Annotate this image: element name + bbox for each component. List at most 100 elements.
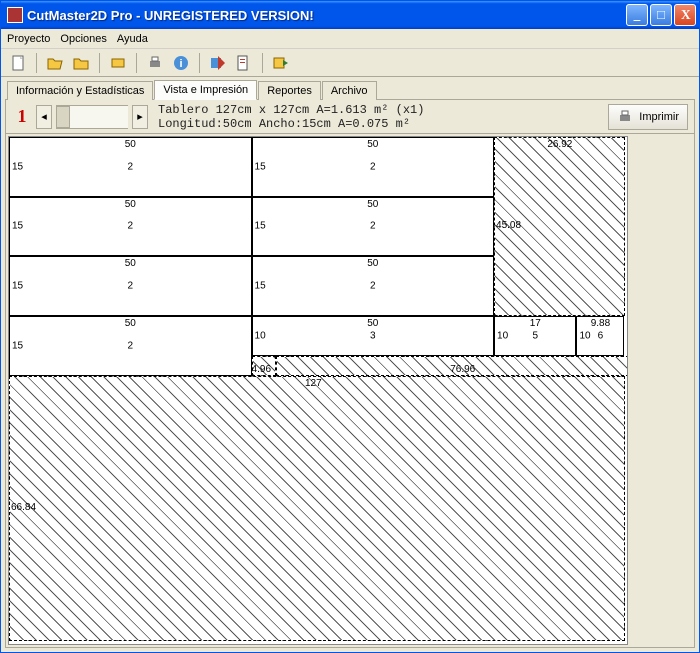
scrollbar-thumb[interactable]	[56, 106, 70, 128]
piece-height-label: 15	[12, 281, 23, 292]
tab-content: 1 ◂ ▸ Tablero 127cm x 127cm A=1.613 m² (…	[5, 99, 695, 648]
menu-proyecto[interactable]: Proyecto	[7, 33, 50, 45]
piece-id-label: 2	[127, 281, 133, 292]
info-button[interactable]: i	[170, 52, 192, 74]
piece-width-label: 50	[367, 139, 378, 150]
save-button[interactable]	[70, 52, 92, 74]
next-page-button[interactable]: ▸	[132, 105, 148, 129]
separator	[262, 53, 263, 73]
app-window: CutMaster2D Pro - UNREGISTERED VERSION! …	[0, 0, 700, 653]
cut-piece: 9.88106	[576, 316, 624, 356]
report-button[interactable]	[233, 52, 255, 74]
menu-ayuda[interactable]: Ayuda	[117, 33, 148, 45]
close-button[interactable]: X	[674, 4, 696, 26]
report-icon	[236, 55, 252, 71]
cut-piece: 50 10 3	[252, 316, 495, 356]
cut-piece: 50 15 2	[252, 197, 495, 257]
waste-height-label: 45.08	[496, 220, 521, 231]
file-icon	[10, 55, 26, 71]
piece-width-label: 50	[125, 258, 136, 269]
piece-height-label: 10	[255, 330, 266, 341]
canvas-row: 50 15 2 50 15 2 50 15 2 50 15 2 50 15 2 50 15 2 50 15 2 50 10 3…	[6, 134, 694, 647]
tab-view[interactable]: Vista e Impresión	[154, 80, 257, 100]
piece-width-label: 50	[125, 139, 136, 150]
piece-id-label: 2	[127, 340, 133, 351]
waste-width-label: 127	[305, 378, 322, 389]
export-icon	[210, 55, 226, 71]
piece-height-label: 15	[255, 161, 266, 172]
printer-icon	[147, 55, 163, 71]
piece-icon	[110, 55, 126, 71]
separator	[136, 53, 137, 73]
cut-piece: 50 15 2	[9, 316, 252, 376]
board-info: Tablero 127cm x 127cm A=1.613 m² (x1) Lo…	[158, 103, 598, 131]
waste-width-label: 4.96	[252, 364, 271, 375]
piece-width-label: 50	[125, 318, 136, 329]
print-page-button[interactable]: Imprimir	[608, 104, 688, 130]
waste-width-label: 76.96	[450, 364, 475, 375]
maximize-button[interactable]: □	[650, 4, 672, 26]
cut-piece: 17 10 5	[494, 316, 576, 356]
window-title: CutMaster2D Pro - UNREGISTERED VERSION!	[27, 8, 626, 23]
piece-id-label: 2	[370, 221, 376, 232]
piece-height-label: 15	[12, 340, 23, 351]
cut-piece: 50 15 2	[252, 256, 495, 316]
piece-width-label: 50	[367, 318, 378, 329]
titlebar: CutMaster2D Pro - UNREGISTERED VERSION! …	[1, 1, 699, 29]
separator	[36, 53, 37, 73]
piece-id-label: 5	[532, 330, 538, 341]
print-label: Imprimir	[639, 111, 679, 123]
piece-width-label: 17	[530, 318, 541, 329]
cut-piece: 50 15 2	[9, 137, 252, 197]
tab-archive[interactable]: Archivo	[322, 81, 377, 100]
cut-piece: 50 15 2	[9, 256, 252, 316]
folder-open-icon	[47, 55, 63, 71]
run-icon	[273, 55, 289, 71]
piece-height-label: 10	[497, 330, 508, 341]
piece-id-label: 2	[370, 281, 376, 292]
printer-icon	[617, 109, 633, 125]
piece-id-label: 3	[370, 330, 376, 341]
piece-width-label: 50	[125, 199, 136, 210]
tab-reports[interactable]: Reportes	[258, 81, 321, 100]
svg-text:i: i	[179, 58, 182, 70]
piece-id-label: 2	[370, 161, 376, 172]
run-button[interactable]	[270, 52, 292, 74]
separator	[199, 53, 200, 73]
folder-icon	[73, 55, 89, 71]
piece-height-label: 15	[255, 221, 266, 232]
top-strip: 1 ◂ ▸ Tablero 127cm x 127cm A=1.613 m² (…	[6, 100, 694, 134]
piece-height-label: 10	[579, 330, 590, 341]
info-line-2: Longitud:50cm Ancho:15cm A=0.075 m²	[158, 117, 598, 131]
cutting-canvas: 50 15 2 50 15 2 50 15 2 50 15 2 50 15 2 50 15 2 50 15 2 50 10 3…	[8, 136, 628, 645]
cut-piece: 50 15 2	[252, 137, 495, 197]
piece-id-label: 2	[127, 161, 133, 172]
piece-button[interactable]	[107, 52, 129, 74]
app-icon	[7, 7, 23, 23]
tabbar: Información y Estadísticas Vista e Impre…	[1, 77, 699, 99]
prev-page-button[interactable]: ◂	[36, 105, 52, 129]
minimize-button[interactable]: _	[626, 4, 648, 26]
new-button[interactable]	[7, 52, 29, 74]
piece-width-label: 50	[367, 199, 378, 210]
piece-id-label: 6	[598, 330, 604, 341]
piece-height-label: 15	[255, 281, 266, 292]
cut-piece: 50 15 2	[9, 197, 252, 257]
piece-id-label: 2	[127, 221, 133, 232]
open-button[interactable]	[44, 52, 66, 74]
menubar: Proyecto Opciones Ayuda	[1, 29, 699, 49]
piece-height-label: 15	[12, 221, 23, 232]
waste-height-label: 66.84	[11, 502, 36, 513]
canvas-side	[630, 136, 690, 645]
separator	[99, 53, 100, 73]
menu-opciones[interactable]: Opciones	[60, 33, 106, 45]
piece-height-label: 15	[12, 161, 23, 172]
print-button[interactable]	[144, 52, 166, 74]
piece-width-label: 50	[367, 258, 378, 269]
tab-info[interactable]: Información y Estadísticas	[7, 81, 153, 100]
page-scrollbar[interactable]	[56, 105, 128, 129]
info-icon: i	[173, 55, 189, 71]
info-line-1: Tablero 127cm x 127cm A=1.613 m² (x1)	[158, 103, 598, 117]
export-button[interactable]	[207, 52, 229, 74]
waste-area	[9, 376, 625, 642]
